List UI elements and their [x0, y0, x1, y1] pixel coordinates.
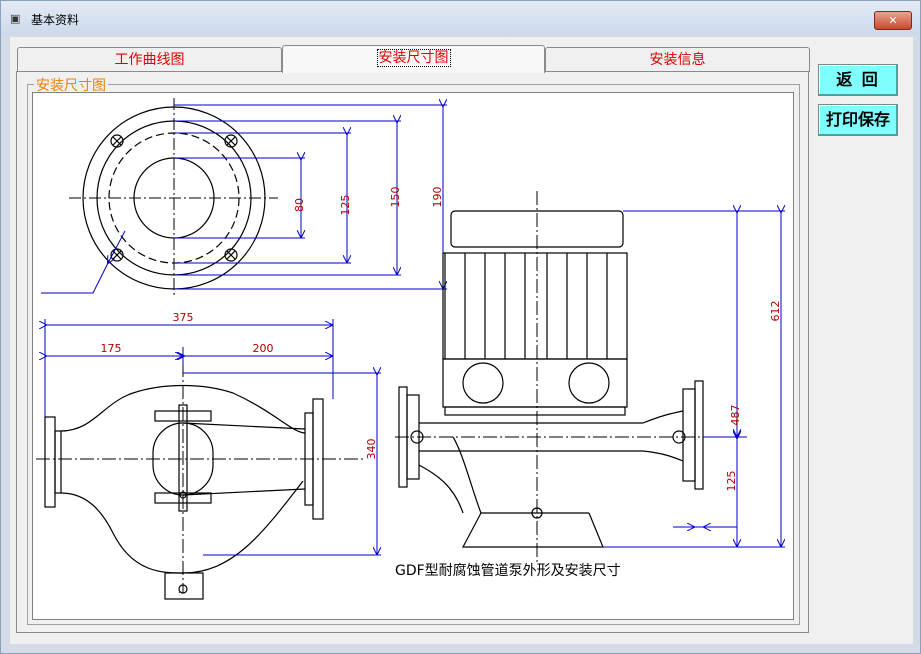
plan-dim-labels: 375 175 200 340 — [101, 311, 379, 460]
tab-label: 工作曲线图 — [114, 52, 185, 68]
print-save-button[interactable]: 打印保存 — [818, 104, 898, 136]
dim-612: 612 — [769, 301, 782, 322]
back-button[interactable]: 返 回 — [818, 64, 898, 96]
pump-drawing-svg: 80 125 150 190 375 175 200 340 612 487 1… — [36, 98, 785, 600]
dim-125b: 125 — [725, 471, 738, 492]
client-area: 工作曲线图 安装尺寸图 安装信息 安装尺寸图 80 125 150 190 37… — [10, 37, 913, 644]
window-title: 基本资料 — [31, 13, 80, 27]
tab-strip: 工作曲线图 安装尺寸图 安装信息 — [17, 45, 810, 73]
main-window: ▣ 基本资料 ✕ 工作曲线图 安装尺寸图 安装信息 安装尺寸图 80 125 1… — [0, 0, 921, 654]
dim-125: 125 — [339, 195, 352, 216]
plan-dim-lines — [45, 319, 381, 556]
tab-label: 安装尺寸图 — [376, 49, 451, 67]
side-dim-lines — [603, 211, 785, 548]
close-button[interactable]: ✕ — [874, 11, 912, 30]
dim-340: 340 — [365, 439, 378, 460]
dim-80: 80 — [293, 198, 306, 212]
flange-dim-labels: 80 125 150 190 — [293, 187, 444, 216]
dim-487: 487 — [729, 405, 742, 426]
tab-work-curve[interactable]: 工作曲线图 — [17, 47, 282, 72]
tab-install-info[interactable]: 安装信息 — [545, 47, 810, 72]
tab-label: 安装信息 — [649, 52, 706, 68]
dim-190: 190 — [431, 187, 444, 208]
stray-dot: . — [178, 586, 181, 595]
app-icon: ▣ — [10, 12, 21, 25]
dim-175: 175 — [101, 342, 122, 355]
side-dim-labels: 612 487 125 — [725, 301, 782, 492]
flange-dim-lines — [41, 105, 447, 294]
dimension-drawing: 80 125 150 190 375 175 200 340 612 487 1… — [32, 92, 794, 620]
drawing-caption: GDF型耐腐蚀管道泵外形及安装尺寸 — [395, 562, 621, 579]
dim-375: 375 — [173, 311, 194, 324]
pump-plan-view — [36, 363, 363, 600]
flange-view — [69, 98, 278, 298]
dim-200: 200 — [253, 342, 274, 355]
pump-side-view — [395, 191, 747, 563]
tab-panel: 安装尺寸图 80 125 150 190 375 175 200 340 612… — [16, 71, 809, 633]
install-dimensions-group: 安装尺寸图 80 125 150 190 375 175 200 340 612… — [27, 75, 800, 625]
dim-150: 150 — [389, 187, 402, 208]
title-bar: ▣ 基本资料 ✕ — [1, 1, 920, 35]
tab-install-dimensions[interactable]: 安装尺寸图 — [282, 45, 545, 73]
